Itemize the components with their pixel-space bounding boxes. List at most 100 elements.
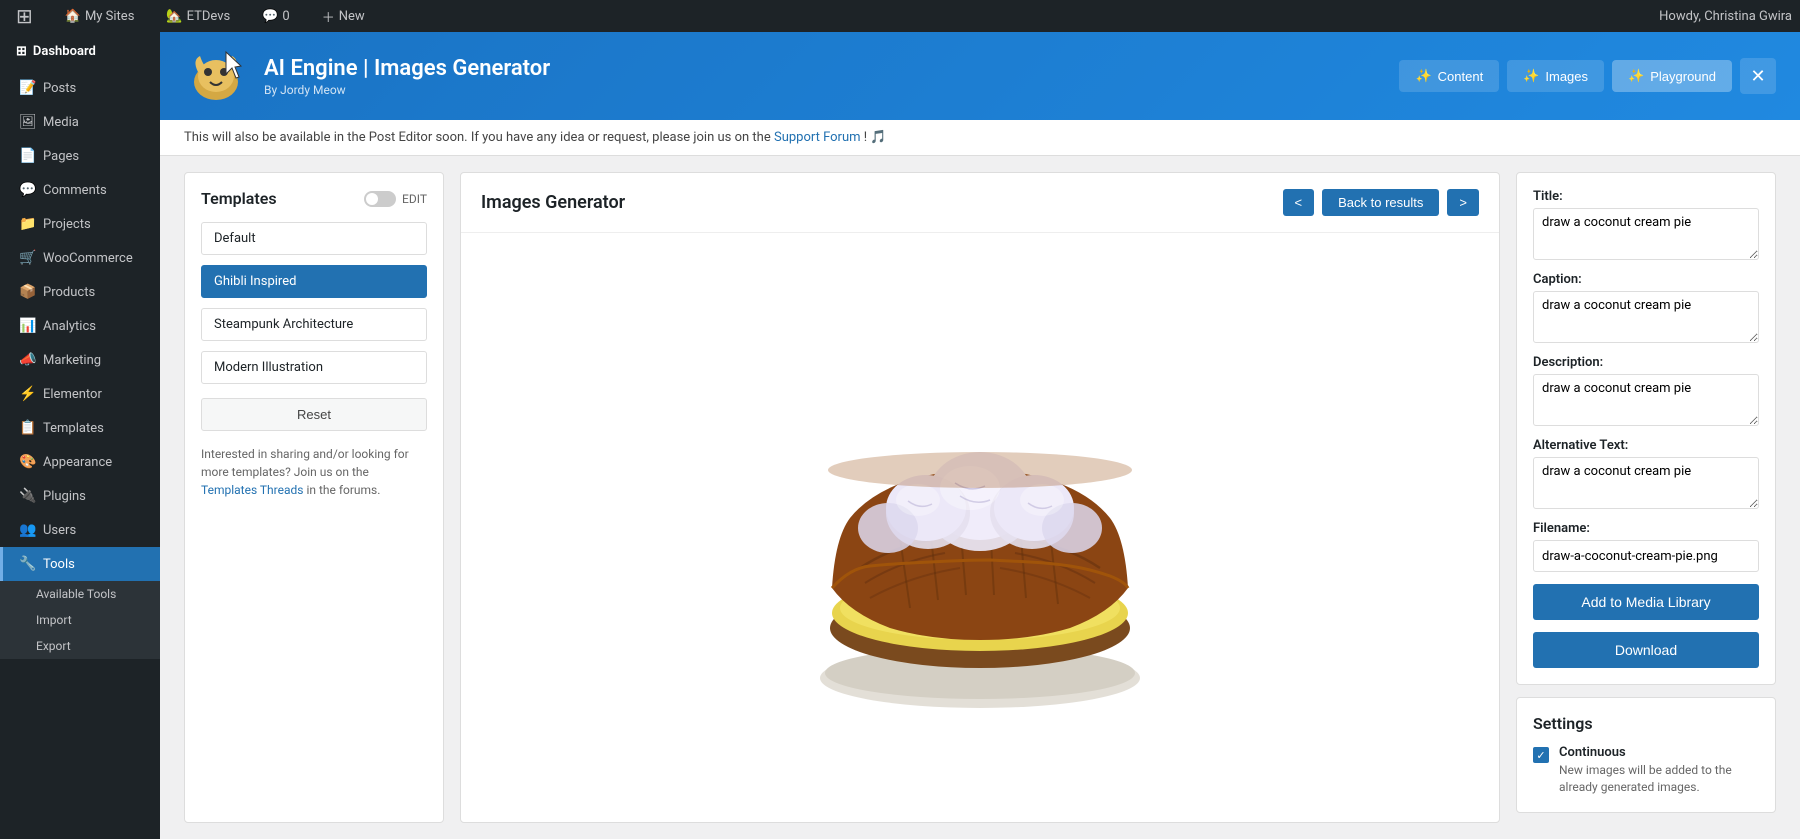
- media-icon: 🖼: [19, 114, 35, 130]
- admin-sidebar: ⊞ Dashboard 📝 Posts 🖼 Media 📄 Pages 💬 Co…: [0, 32, 160, 839]
- house-icon: 🏠: [65, 9, 81, 24]
- alt-text-input[interactable]: [1533, 457, 1759, 509]
- add-to-media-library-button[interactable]: Add to Media Library: [1533, 584, 1759, 620]
- generator-body: [461, 233, 1499, 822]
- template-item-default[interactable]: Default: [201, 222, 427, 255]
- sidebar-item-plugins[interactable]: 🔌 Plugins: [0, 479, 160, 513]
- content-sparkle-icon: ✨: [1415, 68, 1431, 84]
- download-button[interactable]: Download: [1533, 632, 1759, 668]
- plugin-logo: [184, 44, 248, 108]
- sidebar-item-analytics[interactable]: 📊 Analytics: [0, 309, 160, 343]
- submenu-export[interactable]: Export: [0, 633, 160, 659]
- templates-icon: 📋: [19, 420, 35, 436]
- template-item-steampunk[interactable]: Steampunk Architecture: [201, 308, 427, 341]
- marketing-icon: 📣: [19, 352, 35, 368]
- close-icon: ✕: [1750, 66, 1765, 87]
- support-forum-link[interactable]: Support Forum: [774, 130, 861, 145]
- images-nav-button[interactable]: ✨ Images: [1507, 60, 1604, 92]
- template-item-ghibli[interactable]: Ghibli Inspired: [201, 265, 427, 298]
- plugin-title: AI Engine | Images Generator: [264, 56, 1383, 81]
- my-sites-menu[interactable]: 🏠 My Sites: [57, 0, 143, 32]
- pages-icon: 📄: [19, 148, 35, 164]
- description-field-group: Description:: [1533, 355, 1759, 426]
- sidebar-item-media[interactable]: 🖼 Media: [0, 105, 160, 139]
- sidebar-item-pages[interactable]: 📄 Pages: [0, 139, 160, 173]
- templates-panel-title: Templates: [201, 189, 277, 208]
- caption-field-group: Caption:: [1533, 272, 1759, 343]
- appearance-icon: 🎨: [19, 454, 35, 470]
- info-text: This will also be available in the Post …: [184, 130, 771, 145]
- playground-nav-button[interactable]: ✨ Playground: [1612, 60, 1732, 92]
- templates-threads-link[interactable]: Templates Threads: [201, 483, 303, 497]
- filename-input[interactable]: [1533, 540, 1759, 572]
- caption-label: Caption:: [1533, 272, 1759, 287]
- sidebar-item-marketing[interactable]: 📣 Marketing: [0, 343, 160, 377]
- analytics-icon: 📊: [19, 318, 35, 334]
- continuous-option: Continuous New images will be added to t…: [1533, 745, 1759, 796]
- generator-header: Images Generator < Back to results >: [461, 173, 1499, 233]
- wp-layout: ⊞ Dashboard 📝 Posts 🖼 Media 📄 Pages 💬 Co…: [0, 32, 1800, 839]
- templates-panel-header: Templates EDIT: [201, 189, 427, 208]
- template-item-modern[interactable]: Modern Illustration: [201, 351, 427, 384]
- comments-menu[interactable]: 💬 0: [254, 0, 298, 32]
- sidebar-item-comments[interactable]: 💬 Comments: [0, 173, 160, 207]
- user-greeting: Howdy, Christina Gwira: [1659, 9, 1792, 24]
- plugin-close-button[interactable]: ✕: [1740, 58, 1776, 94]
- description-label: Description:: [1533, 355, 1759, 370]
- wp-logo[interactable]: ⊞: [8, 0, 41, 32]
- title-input[interactable]: [1533, 208, 1759, 260]
- elementor-icon: ⚡: [19, 386, 35, 402]
- sidebar-item-products[interactable]: 📦 Products: [0, 275, 160, 309]
- playground-sparkle-icon: ✨: [1628, 68, 1644, 84]
- sidebar-item-elementor[interactable]: ⚡ Elementor: [0, 377, 160, 411]
- fields-panel: Title: Caption: Description: Alternative…: [1516, 172, 1776, 685]
- edit-toggle-switch[interactable]: [364, 191, 396, 207]
- tools-icon: 🔧: [19, 556, 35, 572]
- prev-button[interactable]: <: [1283, 189, 1315, 216]
- alt-text-field-group: Alternative Text:: [1533, 438, 1759, 509]
- sidebar-item-projects[interactable]: 📁 Projects: [0, 207, 160, 241]
- settings-panel: Settings Continuous New images will be a…: [1516, 697, 1776, 813]
- woocommerce-icon: 🛒: [19, 250, 35, 266]
- dashboard-link[interactable]: ⊞ Dashboard: [0, 32, 160, 71]
- reset-button[interactable]: Reset: [201, 398, 427, 431]
- caption-input[interactable]: [1533, 291, 1759, 343]
- sidebar-item-users[interactable]: 👥 Users: [0, 513, 160, 547]
- back-to-results-button[interactable]: Back to results: [1322, 189, 1439, 216]
- continuous-checkbox[interactable]: [1533, 747, 1549, 763]
- edit-label: EDIT: [402, 192, 427, 206]
- users-icon: 👥: [19, 522, 35, 538]
- description-input[interactable]: [1533, 374, 1759, 426]
- filename-label: Filename:: [1533, 521, 1759, 536]
- templates-panel: Templates EDIT Default Ghibli Inspired S…: [184, 172, 444, 823]
- submenu-import[interactable]: Import: [0, 607, 160, 633]
- plugins-icon: 🔌: [19, 488, 35, 504]
- pie-illustration: [770, 318, 1190, 738]
- comments-icon: 💬: [19, 182, 35, 198]
- plus-icon: ＋: [322, 7, 335, 26]
- generator-panel: Images Generator < Back to results >: [460, 172, 1500, 823]
- title-label: Title:: [1533, 189, 1759, 204]
- content-nav-button[interactable]: ✨ Content: [1399, 60, 1499, 92]
- tools-submenu: Available Tools Import Export: [0, 581, 160, 659]
- templates-footer: Interested in sharing and/or looking for…: [201, 445, 427, 499]
- site-name-menu[interactable]: 🏡 ETDevs: [158, 0, 238, 32]
- sidebar-item-appearance[interactable]: 🎨 Appearance: [0, 445, 160, 479]
- new-menu[interactable]: ＋ New: [314, 0, 373, 32]
- submenu-available-tools[interactable]: Available Tools: [0, 581, 160, 607]
- filename-field-group: Filename:: [1533, 521, 1759, 572]
- continuous-desc: New images will be added to the already …: [1559, 762, 1759, 796]
- projects-icon: 📁: [19, 216, 35, 232]
- next-button[interactable]: >: [1447, 189, 1479, 216]
- dashboard-icon: ⊞: [16, 44, 27, 59]
- continuous-text: Continuous New images will be added to t…: [1559, 745, 1759, 796]
- generator-title: Images Generator: [481, 192, 625, 213]
- plugin-header: AI Engine | Images Generator By Jordy Me…: [160, 32, 1800, 120]
- sidebar-item-templates[interactable]: 📋 Templates: [0, 411, 160, 445]
- templates-edit-toggle[interactable]: EDIT: [364, 191, 427, 207]
- sidebar-item-posts[interactable]: 📝 Posts: [0, 71, 160, 105]
- alt-text-label: Alternative Text:: [1533, 438, 1759, 453]
- sidebar-item-woocommerce[interactable]: 🛒 WooCommerce: [0, 241, 160, 275]
- plugin-nav-buttons: ✨ Content ✨ Images ✨ Playground ✕: [1399, 58, 1776, 94]
- sidebar-item-tools[interactable]: 🔧 Tools: [0, 547, 160, 581]
